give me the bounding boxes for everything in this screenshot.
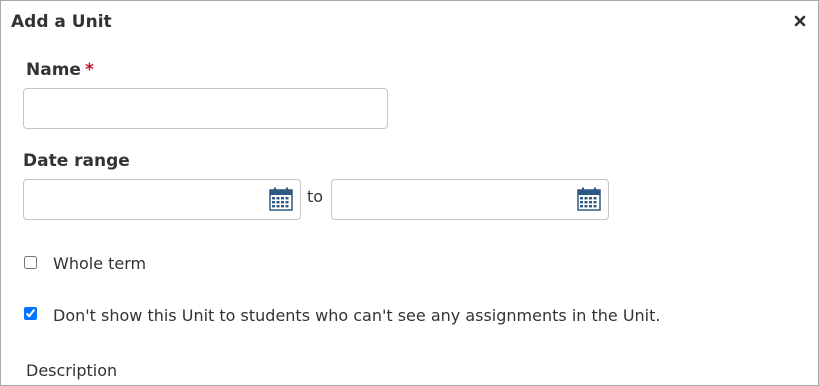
dialog-title: Add a Unit bbox=[11, 12, 112, 32]
start-date-field bbox=[23, 179, 301, 220]
calendar-icon[interactable] bbox=[577, 187, 601, 211]
hide-unit-checkbox[interactable] bbox=[24, 307, 37, 320]
required-marker: * bbox=[84, 60, 94, 80]
add-unit-dialog: Add a Unit Name * Date range to Whole te… bbox=[0, 0, 819, 386]
date-range-label: Date range bbox=[23, 151, 130, 171]
name-input[interactable] bbox=[24, 89, 387, 128]
name-label: Name * bbox=[26, 60, 94, 80]
calendar-icon[interactable] bbox=[269, 187, 293, 211]
whole-term-checkbox[interactable] bbox=[24, 256, 37, 269]
description-label: Description bbox=[26, 361, 118, 380]
end-date-field bbox=[331, 179, 609, 220]
whole-term-label[interactable]: Whole term bbox=[53, 254, 146, 273]
hide-unit-label[interactable]: Don't show this Unit to students who can… bbox=[53, 306, 660, 325]
name-field-wrapper bbox=[23, 88, 388, 129]
start-date-input[interactable] bbox=[24, 180, 300, 219]
end-date-input[interactable] bbox=[332, 180, 608, 219]
name-label-text: Name bbox=[26, 60, 81, 80]
close-icon[interactable] bbox=[793, 14, 807, 28]
date-range-separator: to bbox=[307, 187, 324, 206]
